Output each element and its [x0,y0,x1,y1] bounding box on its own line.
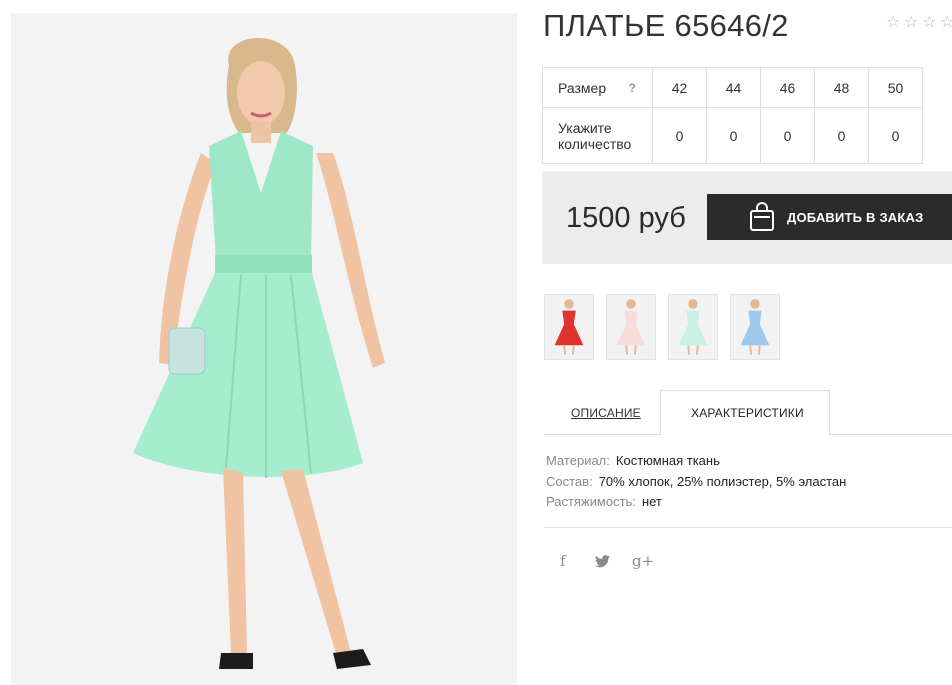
product-main-image[interactable] [11,13,517,685]
dress-thumbnail-image [545,295,593,359]
model-in-dress-illustration [11,13,517,685]
spec-value: 70% хлопок, 25% полиэстер, 5% эластан [598,474,847,489]
color-thumbnail-red[interactable] [544,294,594,360]
color-thumbnail-blue[interactable] [730,294,780,360]
size-row: Размер ? 42 44 46 48 50 [542,67,923,108]
star-icon[interactable]: ☆ [922,14,938,30]
quantity-label-line2: количество [558,135,632,152]
star-icon[interactable]: ☆ [904,14,920,30]
color-thumbnail-pink[interactable] [606,294,656,360]
quantity-input[interactable]: 0 [760,107,815,164]
twitter-icon[interactable] [595,555,610,568]
add-to-order-button[interactable]: ДОБАВИТЬ В ЗАКАЗ [707,194,952,240]
size-cell: 42 [652,67,707,108]
size-label-cell: Размер ? [542,67,653,108]
spec-material: Материал: Костюмная ткань [546,453,720,468]
color-thumbnail-mint[interactable] [668,294,718,360]
quantity-input[interactable]: 0 [814,107,869,164]
size-quantity-table: Размер ? 42 44 46 48 50 Укажите количест… [542,67,923,164]
dress-thumbnail-image [607,295,655,359]
quantity-input[interactable]: 0 [868,107,923,164]
size-cell: 50 [868,67,923,108]
spec-stretch: Растяжимость: нет [546,494,662,509]
price-value: 1500 руб [566,202,686,234]
quantity-label-cell: Укажите количество [542,107,653,164]
spec-key: Растяжимость: [546,494,636,509]
spec-value: Костюмная ткань [615,453,720,468]
quantity-label-line1: Укажите [558,119,612,136]
size-label: Размер [558,79,607,96]
quantity-input[interactable]: 0 [706,107,761,164]
spec-key: Состав: [546,474,593,489]
dress-thumbnail-image [731,295,779,359]
size-cell: 44 [706,67,761,108]
shopping-bag-icon [750,202,774,231]
star-icon[interactable]: ☆ [886,14,902,30]
quantity-row: Укажите количество 0 0 0 0 0 [542,107,923,164]
quantity-input[interactable]: 0 [652,107,707,164]
rating-stars[interactable]: ☆ ☆ ☆ ☆ [886,14,952,30]
size-cell: 46 [760,67,815,108]
price-panel: 1500 руб ДОБАВИТЬ В ЗАКАЗ [542,171,952,264]
size-cell: 48 [814,67,869,108]
tab-description[interactable]: ОПИСАНИЕ [571,406,641,420]
spec-composition: Состав: 70% хлопок, 25% полиэстер, 5% эла… [546,474,846,489]
size-help-icon[interactable]: ? [629,80,636,96]
product-title: ПЛАТЬЕ 65646/2 [543,8,789,43]
facebook-icon[interactable]: f [560,552,566,570]
spec-value: нет [641,494,662,509]
color-variants [544,294,780,360]
add-to-order-label: ДОБАВИТЬ В ЗАКАЗ [787,209,924,225]
star-icon[interactable]: ☆ [940,14,952,30]
tab-characteristics[interactable]: ХАРАКТЕРИСТИКИ [691,406,804,420]
content-divider [544,527,952,528]
spec-key: Материал: [546,453,610,468]
google-plus-icon[interactable]: g+ [632,552,654,570]
dress-thumbnail-image [669,295,717,359]
